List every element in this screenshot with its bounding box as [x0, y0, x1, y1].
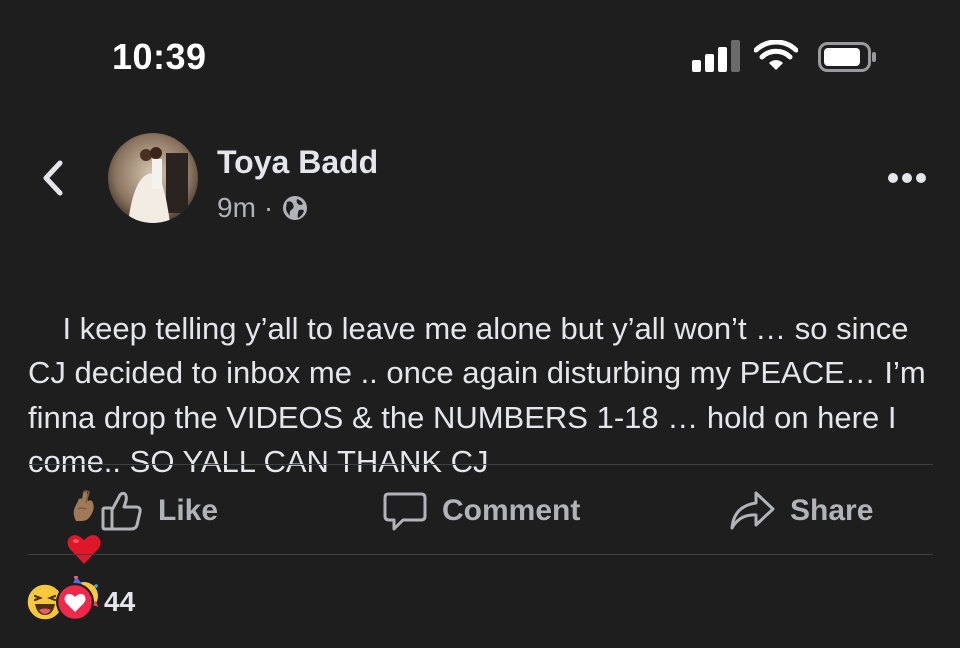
globe-icon	[283, 196, 308, 220]
like-button[interactable]: Like	[100, 486, 218, 536]
battery-icon	[818, 42, 876, 72]
like-label: Like	[158, 494, 219, 527]
comment-label: Comment	[442, 494, 581, 527]
cellular-signal-icon	[692, 40, 744, 72]
comment-button[interactable]: Comment	[382, 486, 580, 536]
more-options-icon[interactable]	[886, 168, 928, 188]
avatar[interactable]	[108, 133, 198, 223]
author-name[interactable]: Toya Badd	[217, 144, 378, 181]
status-icons	[688, 38, 888, 78]
love-reaction-icon	[56, 583, 94, 621]
wifi-icon	[754, 40, 798, 70]
back-chevron-icon[interactable]	[38, 158, 68, 198]
share-arrow-icon	[730, 491, 775, 530]
post-time[interactable]: 9m	[217, 192, 256, 224]
like-thumb-icon	[101, 491, 142, 531]
post-meta: 9m ·	[217, 192, 309, 224]
post-screen: 10:39 Toya Badd 9m · I keep telling y’al…	[0, 0, 960, 648]
crossed-fingers-emoji	[74, 489, 95, 521]
comment-bubble-icon	[383, 492, 427, 531]
reactions-summary[interactable]: 44	[26, 582, 135, 622]
post-text: I keep telling y’all to leave me alone b…	[28, 310, 935, 480]
status-time: 10:39	[112, 36, 207, 77]
share-label: Share	[790, 494, 874, 527]
red-heart-emoji	[67, 535, 101, 564]
divider-top	[28, 464, 933, 465]
reaction-count: 44	[104, 586, 136, 617]
divider-bottom	[28, 554, 933, 555]
share-button[interactable]: Share	[728, 486, 873, 536]
meta-separator: ·	[263, 192, 274, 223]
post-body: I keep telling y’all to leave me alone b…	[28, 262, 933, 648]
